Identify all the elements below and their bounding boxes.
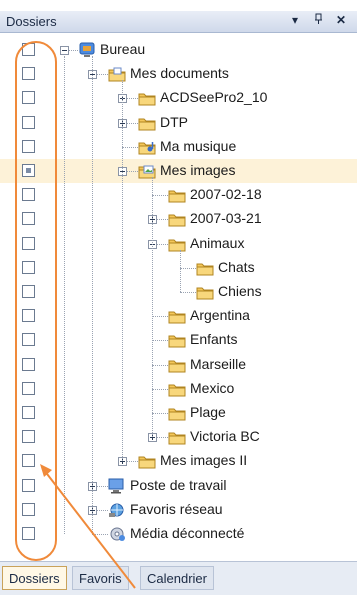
pin-icon[interactable] — [314, 13, 324, 28]
folder-icon — [168, 360, 186, 373]
tab-favoris[interactable]: Favoris — [72, 566, 129, 590]
tree-item-label: Enfants — [190, 331, 238, 348]
tab-dossiers[interactable]: Dossiers — [2, 566, 67, 590]
dropdown-icon[interactable]: ▾ — [292, 13, 298, 27]
tree-item-label: Victoria BC — [190, 428, 260, 445]
tree-item-label: Plage — [190, 404, 226, 420]
tree-item-label: Mes documents — [130, 65, 229, 82]
tree-item-label: Poste de travail — [130, 476, 227, 493]
tree-item-label: Chiens — [218, 283, 262, 299]
panel-titlebar: Dossiers ▾ ✕ — [0, 11, 357, 33]
tree-item-label: Mes images II — [160, 452, 248, 469]
tree-item-label: Animaux — [190, 234, 245, 251]
tree-connector — [122, 146, 138, 148]
tree-item-label: ACDSeePro2_10 — [160, 89, 268, 106]
annotation-highlight-oval — [15, 41, 57, 561]
panel-tabs: Dossiers Favoris Calendrier — [0, 561, 357, 595]
folders-panel: Dossiers ▾ ✕ Bureau Mes documents ACDSeePr… — [0, 0, 357, 595]
tree-connector — [122, 80, 123, 462]
folder-icon — [168, 190, 186, 203]
tree-item-label: Bureau — [100, 41, 146, 57]
folder-icon — [168, 239, 186, 252]
tree-connector — [180, 249, 181, 292]
tree-connector — [92, 56, 93, 534]
tree-item-label: Argentina — [190, 307, 250, 324]
folder-icon — [168, 432, 186, 445]
folder-icon — [138, 456, 156, 469]
tree-item-label: Favoris réseau — [130, 500, 223, 517]
tree-item-label: 2007-03-21 — [190, 210, 262, 227]
collapse-icon[interactable] — [60, 46, 69, 55]
offline-media-icon — [110, 527, 125, 541]
panel-title: Dossiers — [6, 14, 57, 29]
tree-connector — [152, 316, 168, 318]
pictures-folder-icon — [138, 165, 156, 179]
tree-connector — [152, 340, 168, 342]
tree-connector — [92, 534, 108, 535]
tree-connector — [180, 267, 196, 269]
folder-icon — [196, 263, 214, 276]
tree-connector — [64, 56, 65, 534]
folder-icon — [168, 214, 186, 227]
folder-icon — [168, 384, 186, 397]
folder-icon — [138, 93, 156, 106]
tree-item-label: DTP — [160, 113, 188, 130]
tree-connector — [152, 195, 168, 197]
tree-connector — [152, 413, 168, 414]
tree-item-label: Ma musique — [160, 137, 237, 154]
tab-calendrier[interactable]: Calendrier — [140, 566, 214, 590]
music-folder-icon — [138, 141, 156, 155]
documents-folder-icon — [108, 67, 126, 82]
folder-icon — [168, 335, 186, 348]
tree-connector — [180, 292, 196, 293]
folder-icon — [196, 287, 214, 300]
tree-item-label: Média déconnecté — [130, 525, 245, 541]
folder-icon — [168, 408, 186, 421]
tree-connector — [152, 364, 168, 366]
folder-icon — [168, 311, 186, 324]
tree-item-label: 2007-02-18 — [190, 186, 262, 203]
desktop-icon — [79, 42, 95, 57]
tree-item-label: Marseille — [190, 355, 247, 372]
tree-connector — [152, 388, 168, 390]
tree-connector — [152, 177, 153, 438]
folder-icon — [138, 118, 156, 131]
network-icon — [109, 503, 124, 517]
tree-item-label: Mexico — [190, 379, 235, 396]
tree-item-label: Mes images — [160, 162, 236, 178]
close-icon[interactable]: ✕ — [336, 13, 346, 27]
computer-icon — [108, 478, 124, 494]
tree-item-label: Chats — [218, 258, 255, 275]
